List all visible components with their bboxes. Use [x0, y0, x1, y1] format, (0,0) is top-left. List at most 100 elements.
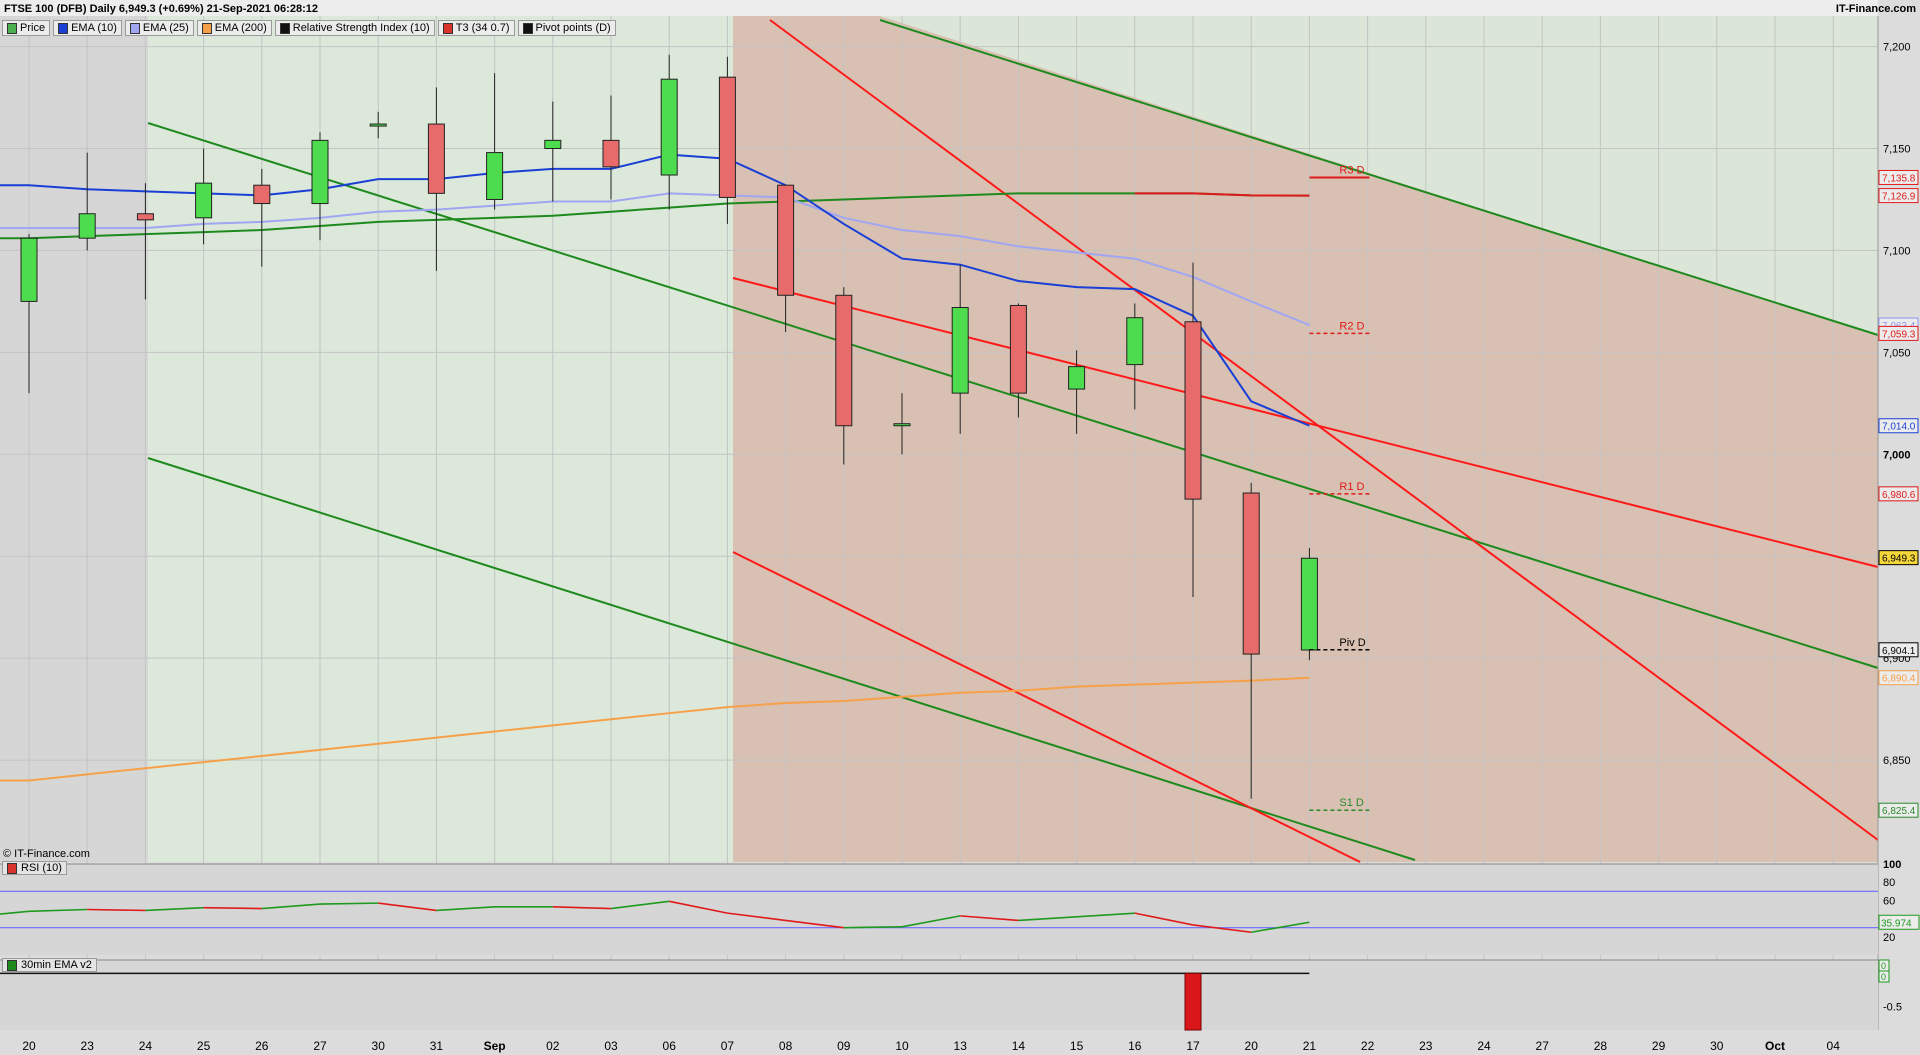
pivot-label: R3 D	[1339, 164, 1364, 176]
price-tag: 7,135.8	[1878, 169, 1919, 185]
candle-body	[369, 123, 387, 127]
chart-title: FTSE 100 (DFB) Daily 6,949.3 (+0.69%) 21…	[4, 3, 318, 15]
x-tick-label: 22	[1361, 1039, 1375, 1053]
price-swatch-icon	[7, 22, 17, 34]
x-tick-label: 27	[313, 1039, 327, 1053]
x-tick-label: 02	[546, 1039, 560, 1053]
price-tag-text: 7,135.8	[1882, 173, 1916, 184]
y-tick-label: 7,150	[1883, 144, 1911, 156]
price-tag: 6,949.3	[1878, 550, 1919, 566]
x-tick-label: 23	[1419, 1039, 1433, 1053]
x-tick-label: 10	[895, 1039, 909, 1053]
legend-item-ema200[interactable]: EMA (200)	[196, 20, 272, 36]
candle-body	[951, 307, 969, 394]
y-tick-label: 7,200	[1883, 42, 1911, 54]
rsi-swatch-icon	[279, 22, 290, 34]
legend-label: Relative Strength Index (10)	[292, 22, 430, 34]
price-tag-text: 7,059.3	[1882, 329, 1916, 340]
legend-label: Pivot points (D)	[535, 22, 611, 34]
price-tag-text: 6,890.4	[1882, 674, 1916, 685]
price-tag-text: 6,949.3	[1882, 554, 1916, 565]
x-tick-label: 14	[1012, 1039, 1026, 1053]
candle-body	[1068, 366, 1086, 390]
ema10-swatch-icon	[58, 22, 69, 34]
x-tick-label: 09	[837, 1039, 851, 1053]
chart-svg[interactable]: R3 DR2 DR1 DPiv DS1 D6,8506,9006,9507,00…	[0, 0, 1920, 1055]
legend-item-rsi[interactable]: Relative Strength Index (10)	[274, 20, 435, 36]
x-tick-label: 21	[1303, 1039, 1317, 1053]
legend-label: Price	[20, 22, 46, 34]
legend-label: EMA (25)	[142, 22, 189, 34]
legend-item-ema25[interactable]: EMA (25)	[124, 20, 194, 36]
t3-swatch-icon	[442, 22, 453, 34]
x-tick-label: 26	[255, 1039, 269, 1053]
candle-body	[835, 294, 853, 427]
legend-item-t3[interactable]: T3 (34 0.7)	[437, 20, 515, 36]
x-tick-label: 20	[1245, 1039, 1259, 1053]
price-tag-text: 6,980.6	[1882, 490, 1916, 501]
candle-body	[311, 139, 329, 205]
rsi-tick-label: 100	[1883, 859, 1901, 871]
candle-body	[602, 139, 620, 168]
x-tick-label: 30	[1710, 1039, 1724, 1053]
x-tick-label: 23	[81, 1039, 95, 1053]
x-tick-label: 13	[954, 1039, 968, 1053]
price-tag: 7,126.9	[1878, 188, 1919, 204]
price-tag: 6,904.1	[1878, 642, 1919, 658]
x-tick-label: 24	[139, 1039, 153, 1053]
x-tick-label: 17	[1186, 1039, 1200, 1053]
legend-item-price[interactable]: Price	[2, 20, 51, 36]
y-tick-label: 7,000	[1883, 449, 1911, 461]
legend-item-ema10[interactable]: EMA (10)	[53, 20, 122, 36]
ema-last-text: 0	[1881, 972, 1886, 982]
brand-label: IT-Finance.com	[1835, 3, 1916, 15]
candle-body	[20, 237, 38, 302]
rsi-tick-label: 20	[1883, 932, 1895, 944]
candle-body	[1242, 492, 1260, 655]
price-tag: 6,890.4	[1878, 670, 1919, 686]
rsi-segment	[319, 902, 379, 905]
ema-last-tag: 0	[1878, 959, 1890, 972]
ema-last-text: 0	[1881, 961, 1886, 971]
rsi-tick-label: 60	[1883, 895, 1895, 907]
candle-body	[893, 423, 911, 427]
x-tick-label: 24	[1477, 1039, 1491, 1053]
rsi-panel-label[interactable]: RSI (10)	[2, 861, 67, 875]
x-tick-label: 08	[779, 1039, 793, 1053]
x-tick-label: 16	[1128, 1039, 1142, 1053]
legend-label: EMA (200)	[214, 22, 267, 34]
legend-label: EMA (10)	[71, 22, 117, 34]
pivot-label: Piv D	[1339, 637, 1365, 649]
candle-body	[718, 76, 736, 198]
price-tag: 7,059.3	[1878, 325, 1919, 341]
rsi-last-text: 35.974	[1881, 918, 1912, 929]
candle-body	[486, 152, 504, 200]
y-tick-label: 6,850	[1883, 755, 1911, 767]
x-tick-label: 31	[430, 1039, 444, 1053]
x-tick-label: 04	[1827, 1039, 1841, 1053]
y-tick-label: 7,050	[1883, 347, 1911, 359]
pivots-swatch-icon	[522, 22, 533, 34]
x-tick-label: 07	[721, 1039, 735, 1053]
rsi-panel-background	[0, 864, 1878, 955]
x-tick-label: Sep	[484, 1039, 506, 1053]
candle-body	[544, 139, 562, 150]
x-tick-label: 29	[1652, 1039, 1666, 1053]
x-tick-label: 06	[663, 1039, 677, 1053]
price-tag-text: 6,904.1	[1882, 646, 1916, 657]
ema-tick-label: -0.5	[1883, 1002, 1902, 1014]
candle-body	[78, 213, 96, 239]
legend-item-pivots[interactable]: Pivot points (D)	[517, 20, 616, 36]
y-tick-label: 7,100	[1883, 245, 1911, 257]
x-tick-label: 03	[604, 1039, 618, 1053]
candle-body	[195, 182, 213, 219]
rsi-last-tag: 35.974	[1878, 914, 1920, 930]
rsi-panel-title: RSI (10)	[21, 862, 62, 874]
ema-last-tag: 0	[1878, 970, 1890, 983]
ema-panel-label[interactable]: 30min EMA v2	[2, 958, 97, 972]
ema25-swatch-icon	[129, 22, 140, 34]
candle-body	[427, 123, 445, 194]
pivot-label: S1 D	[1339, 797, 1364, 809]
x-tick-label: 28	[1594, 1039, 1608, 1053]
candle-body	[1184, 321, 1202, 500]
